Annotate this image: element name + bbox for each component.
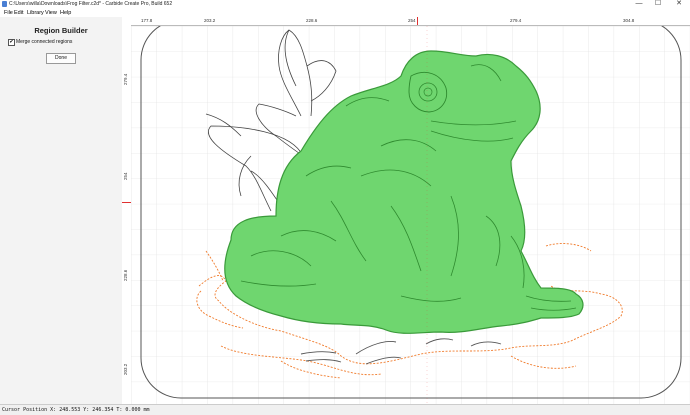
maximize-button[interactable]: ☐ (651, 0, 665, 9)
ruler-left-label: 228.6 (123, 269, 128, 281)
ruler-top-label: 304.8 (623, 18, 635, 23)
menu-edit[interactable]: Edit (14, 10, 23, 16)
ruler-left-label: 254 (123, 172, 128, 180)
ruler-cursor-marker-x (417, 17, 418, 25)
ruler-top-label: 254 (408, 18, 416, 23)
region-builder-panel: Region Builder ✔ Merge connected regions… (0, 17, 123, 404)
ruler-left-label: 203.2 (123, 363, 128, 375)
minimize-button[interactable]: — (632, 0, 646, 9)
ruler-left-label: 279.4 (123, 73, 128, 85)
menu-help[interactable]: Help (60, 10, 71, 16)
menu-view[interactable]: View (45, 10, 57, 16)
ruler-top-label: 177.8 (141, 18, 153, 23)
close-button[interactable]: ✕ (672, 0, 686, 9)
done-button[interactable]: Done (46, 53, 76, 64)
window-title: C:\Users\willa\Downloads\Frog Filter.c2d… (9, 1, 173, 7)
canvas-drawing (131, 26, 690, 404)
ruler-top-label: 228.6 (306, 18, 318, 23)
design-canvas[interactable] (131, 26, 690, 404)
panel-title: Region Builder (34, 26, 88, 35)
ruler-cursor-marker-y (122, 202, 131, 203)
merge-regions-label: Merge connected regions (16, 39, 73, 45)
status-bar: Cursor Position X: 248.553 Y: 246.354 T:… (0, 404, 690, 415)
ruler-top-label: 203.2 (204, 18, 216, 23)
ruler-top-label: 279.4 (510, 18, 522, 23)
app-icon (2, 1, 7, 7)
merge-regions-checkbox[interactable]: ✔ (8, 39, 15, 46)
menu-file[interactable]: File (4, 10, 13, 16)
cursor-position-readout: Cursor Position X: 248.553 Y: 246.354 T:… (2, 407, 150, 413)
horizontal-ruler: 177.8 203.2 228.6 254 279.4 304.8 (122, 17, 690, 26)
title-bar: C:\Users\willa\Downloads\Frog Filter.c2d… (0, 0, 690, 9)
menu-bar: File Edit Library View Help (0, 9, 690, 17)
menu-library[interactable]: Library (27, 10, 44, 16)
